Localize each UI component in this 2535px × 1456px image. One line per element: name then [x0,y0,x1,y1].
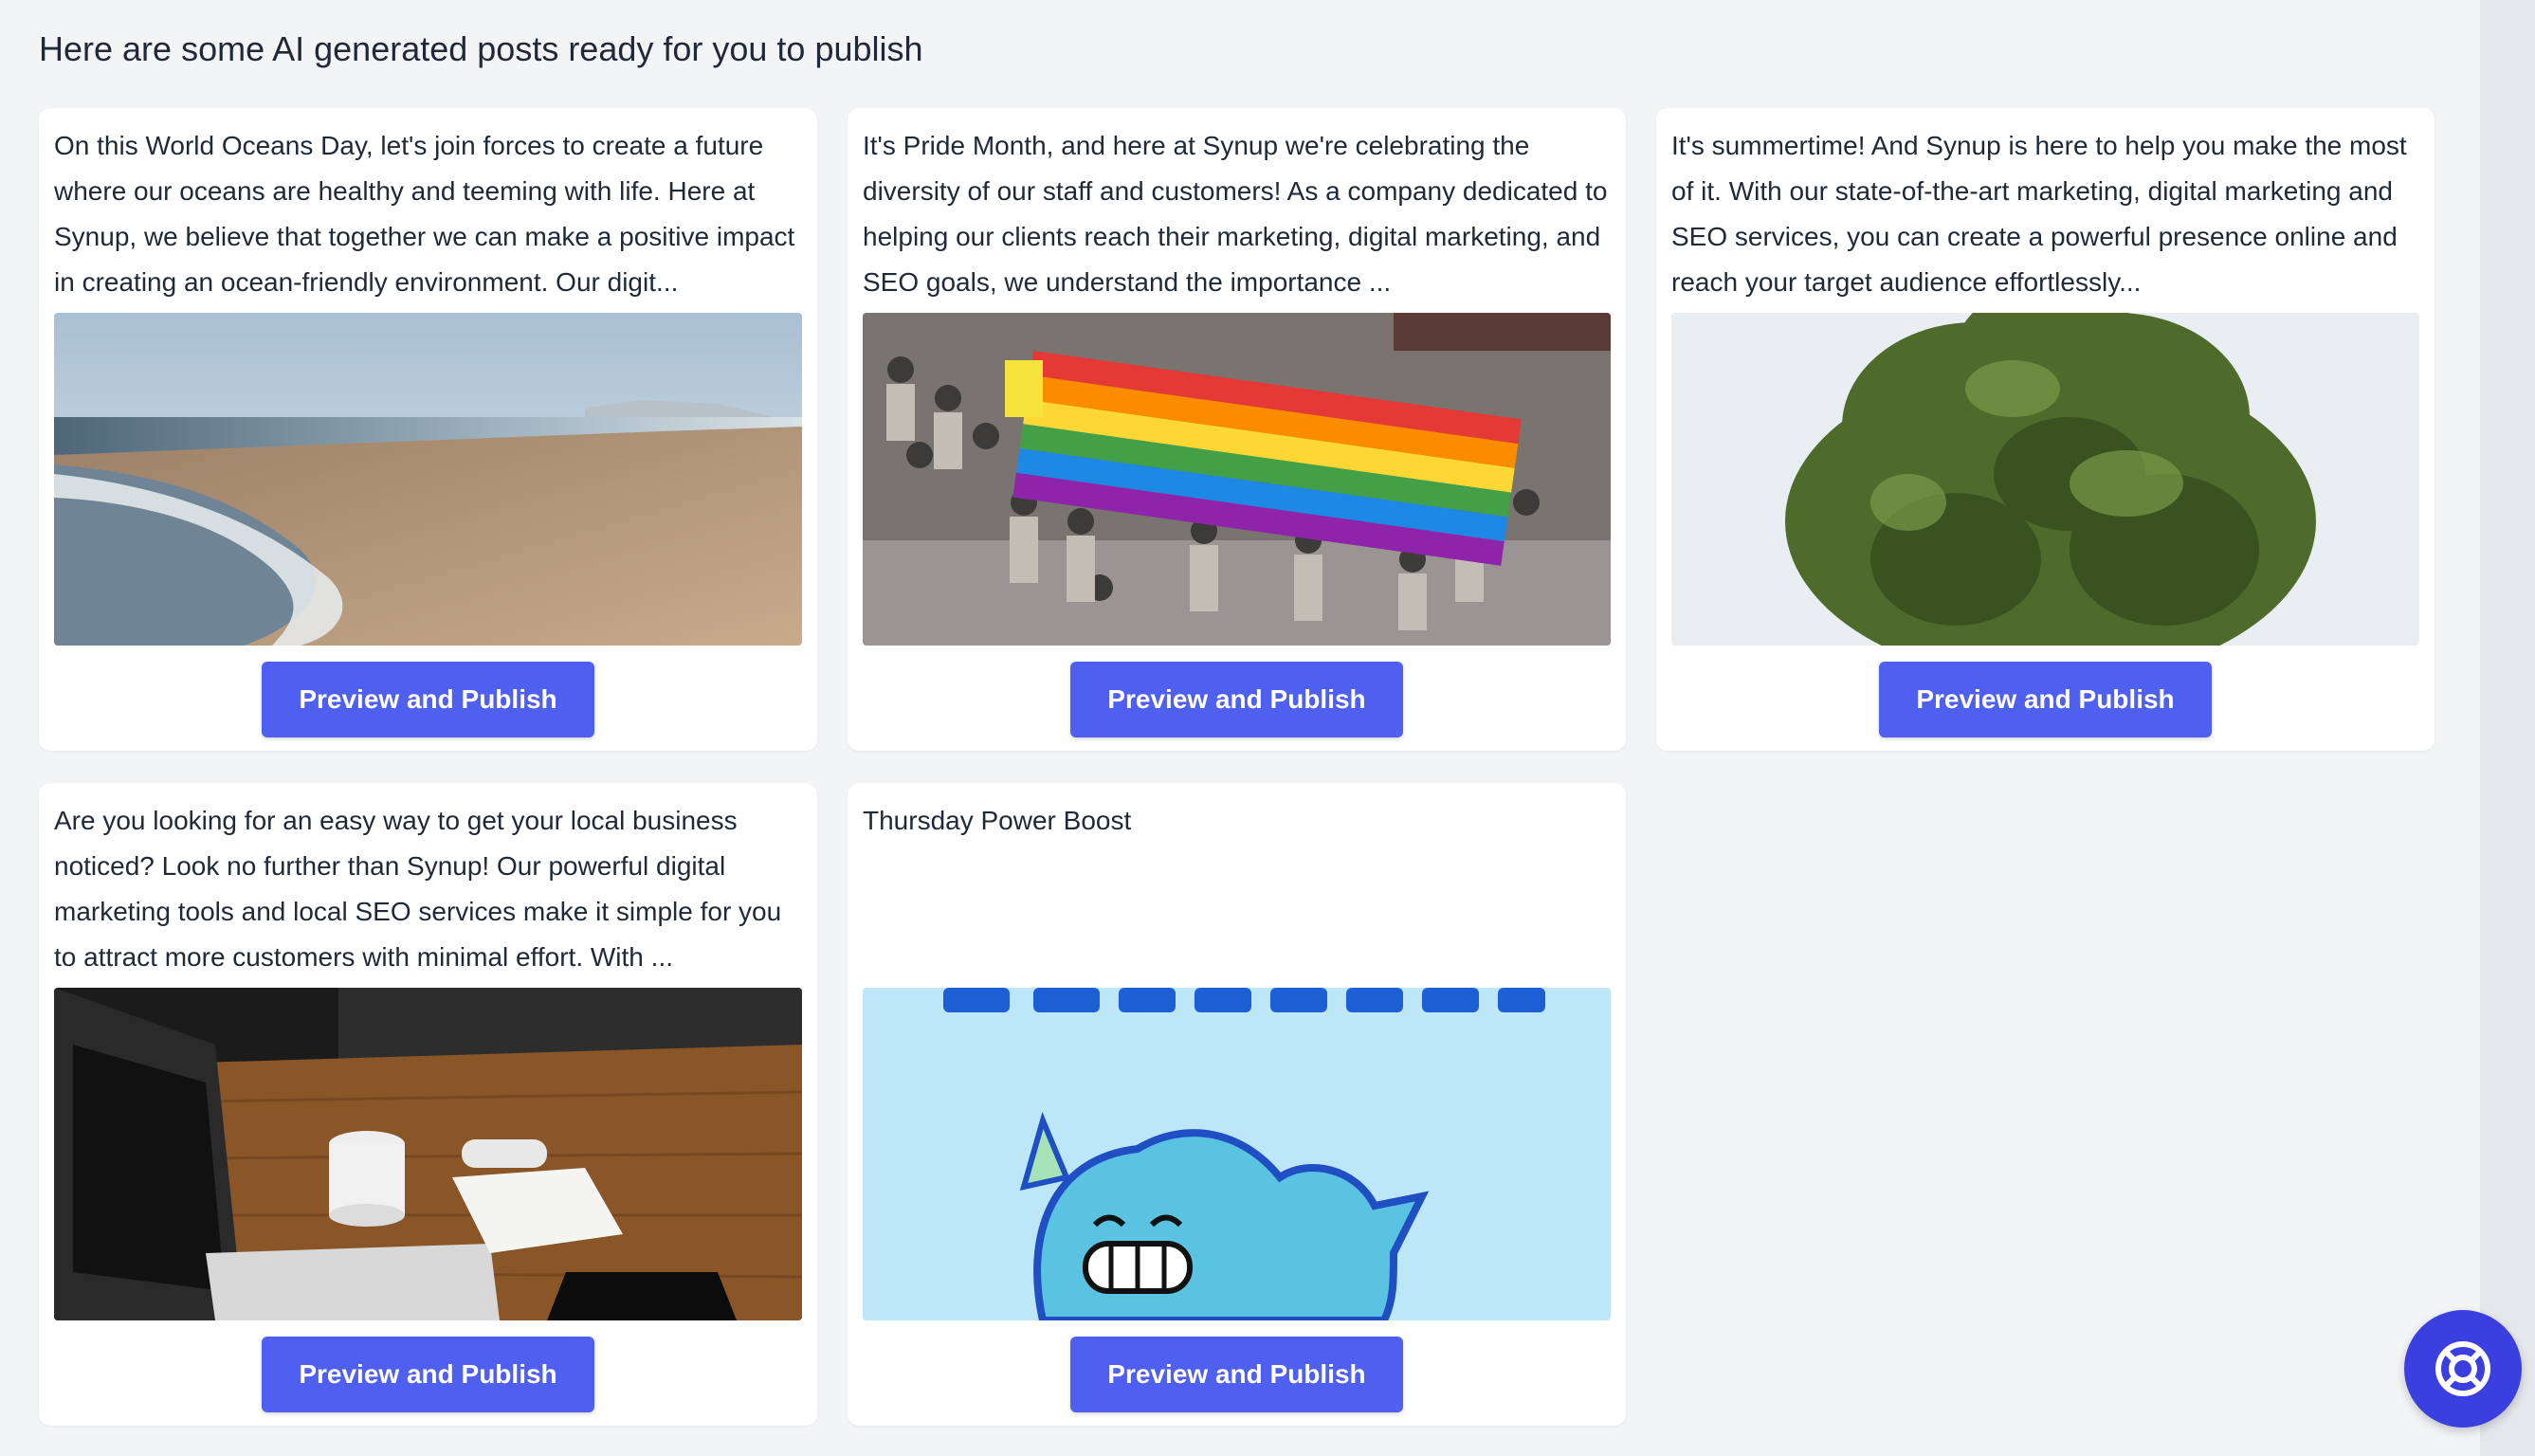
post-card: It's Pride Month, and here at Synup we'r… [848,108,1626,751]
post-text: It's Pride Month, and here at Synup we'r… [863,131,1608,297]
posts-grid: On this World Oceans Day, let's join for… [39,108,2435,1426]
preview-and-publish-button[interactable]: Preview and Publish [1879,662,2212,737]
post-card: Are you looking for an easy way to get y… [39,783,817,1426]
help-button[interactable] [2404,1310,2522,1428]
page: Here are some AI generated posts ready f… [0,0,2480,1456]
preview-and-publish-button[interactable]: Preview and Publish [1070,1337,1403,1412]
beach-image [54,313,802,646]
lifebuoy-icon [2429,1335,2497,1403]
preview-and-publish-button[interactable]: Preview and Publish [1070,662,1403,737]
thursday-cartoon-image [863,988,1611,1320]
post-card: On this World Oceans Day, let's join for… [39,108,817,751]
page-title: Here are some AI generated posts ready f… [39,29,923,68]
post-card: It's summertime! And Synup is here to he… [1656,108,2435,751]
post-text: Are you looking for an easy way to get y… [54,806,782,972]
pride-parade-image [863,313,1611,646]
desk-laptop-image [54,988,802,1320]
tree-image [1671,313,2419,646]
preview-and-publish-button[interactable]: Preview and Publish [262,1337,594,1412]
post-text: Thursday Power Boost [863,806,1132,835]
post-text: It's summertime! And Synup is here to he… [1671,131,2407,297]
scrollbar[interactable] [2480,0,2535,1456]
post-card: Thursday Power Boost Preview and Publish [848,783,1626,1426]
preview-and-publish-button[interactable]: Preview and Publish [262,662,594,737]
post-text: On this World Oceans Day, let's join for… [54,131,795,297]
